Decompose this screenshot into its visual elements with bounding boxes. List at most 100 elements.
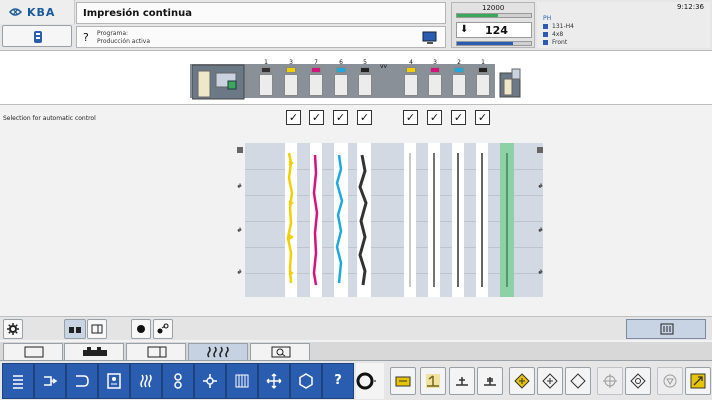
ctl-lateral[interactable] — [449, 367, 475, 395]
speed-bar — [456, 13, 532, 18]
bottom-navigation: ? — [0, 360, 712, 400]
cylinder — [259, 74, 273, 96]
scale-top-right — [537, 147, 543, 153]
printing-unit[interactable]: 2 — [450, 59, 468, 96]
nav-zones[interactable] — [226, 363, 258, 399]
ctl-reset[interactable] — [565, 367, 591, 395]
nav-ink-flow[interactable] — [194, 363, 226, 399]
mode-selector[interactable] — [356, 363, 384, 399]
selection-label: Selection for automatic control — [3, 115, 96, 122]
speed-value: 12000 — [482, 4, 505, 12]
ctl-auto[interactable] — [685, 367, 711, 395]
view-single-button[interactable] — [87, 319, 107, 339]
scatter-icon — [157, 323, 169, 334]
ctl-diagonal[interactable] — [537, 367, 563, 395]
ink-fountain — [478, 67, 488, 73]
grouped-units-icon — [69, 327, 81, 333]
ink-fountain — [261, 67, 271, 73]
diamond-outline-icon — [570, 373, 586, 389]
view-grouped-button[interactable] — [64, 319, 86, 339]
ctl-adjust-left[interactable] — [420, 367, 446, 395]
tool-row — [0, 316, 712, 340]
monitor-icon[interactable] — [422, 31, 438, 45]
settings-button[interactable] — [3, 319, 23, 339]
auto-control-checkbox[interactable]: ✓ — [309, 110, 324, 125]
nav-infeed[interactable] — [66, 363, 98, 399]
auto-control-checkbox[interactable]: ✓ — [475, 110, 490, 125]
hexagon-icon — [299, 373, 313, 389]
nav-register[interactable] — [258, 363, 290, 399]
ink-fountain — [430, 67, 440, 73]
ctl-register-panel[interactable] — [390, 367, 416, 395]
heat-icon — [140, 374, 152, 388]
printing-unit[interactable]: 6 — [332, 59, 350, 96]
ctl-disabled-target[interactable] — [597, 367, 623, 395]
ctl-zero[interactable] — [625, 367, 651, 395]
apply-button[interactable] — [626, 319, 706, 339]
info-header: PH — [543, 15, 552, 22]
diamond-icon — [542, 373, 558, 389]
nav-help[interactable]: ? — [322, 363, 354, 399]
nav-rollers[interactable] — [162, 363, 194, 399]
flow-icon — [203, 374, 217, 388]
help-icon[interactable]: ? — [83, 31, 89, 44]
record-button[interactable] — [131, 319, 151, 339]
delivery-icon[interactable] — [498, 67, 524, 99]
clock: 9:12:36 — [677, 3, 704, 11]
auto-control-checkbox[interactable]: ✓ — [403, 110, 418, 125]
ctl-disabled-down[interactable] — [657, 367, 683, 395]
single-unit-icon — [91, 324, 103, 334]
ctl-circumferential[interactable] — [477, 367, 503, 395]
tab-register[interactable] — [188, 343, 248, 360]
nav-feeder[interactable] — [34, 363, 66, 399]
cylinder — [404, 74, 418, 96]
printing-unit[interactable]: 1 — [474, 59, 492, 96]
header-bar: KBA Impresión continua ? Programa: Produ… — [0, 0, 712, 50]
brand-name: KBA — [27, 6, 56, 19]
auto-control-checkbox[interactable]: ✓ — [427, 110, 442, 125]
nav-list[interactable] — [2, 363, 34, 399]
web-turn-marker: vv — [380, 63, 388, 70]
setpoint-field[interactable]: ⬇ 124 — [456, 22, 532, 38]
ctl-diagonal-yellow[interactable] — [509, 367, 535, 395]
feeder-icon[interactable] — [192, 61, 248, 101]
ink-fountain — [360, 67, 370, 73]
status-box: ? Programa: Producción activa — [76, 26, 446, 48]
tab-press[interactable] — [64, 343, 124, 360]
cylinder — [452, 74, 466, 96]
auto-control-checkbox[interactable]: ✓ — [286, 110, 301, 125]
left-scale-mark: # — [237, 183, 243, 190]
auto-control-checkbox[interactable]: ✓ — [333, 110, 348, 125]
tab-inspect[interactable] — [250, 343, 310, 360]
nav-printing-unit[interactable] — [98, 363, 130, 399]
tab-sheet[interactable] — [3, 343, 63, 360]
printing-unit[interactable]: 1 — [257, 59, 275, 96]
nav-cylinder[interactable] — [290, 363, 322, 399]
left-scale-mark: # — [237, 227, 243, 234]
auto-control-checkbox[interactable]: ✓ — [451, 110, 466, 125]
tab-page[interactable] — [126, 343, 186, 360]
mode-dial-icon — [356, 372, 378, 390]
feeder-nav-icon — [44, 376, 58, 386]
machine-select-button[interactable] — [2, 25, 72, 47]
ink-fountain — [311, 67, 321, 73]
info-swatch — [543, 40, 548, 45]
ink-fountain — [336, 67, 346, 73]
cylinder — [284, 74, 298, 96]
auto-control-checkbox[interactable]: ✓ — [357, 110, 372, 125]
scatter-button[interactable] — [153, 319, 173, 339]
lateral-icon — [456, 377, 468, 386]
printing-unit[interactable]: 4 — [402, 59, 420, 96]
move-icon — [266, 373, 282, 389]
nav-dryer[interactable] — [130, 363, 162, 399]
press-schematic: 1 3 7 6 5 vv 4 3 2 1 — [0, 50, 712, 105]
printing-unit[interactable]: 7 — [307, 59, 325, 96]
cylinder — [334, 74, 348, 96]
printing-unit[interactable]: 5 — [356, 59, 374, 96]
screen-title: Impresión continua — [76, 2, 446, 24]
printing-unit[interactable]: 3 — [282, 59, 300, 96]
cylinder — [428, 74, 442, 96]
sheet-icon — [24, 346, 44, 358]
printing-unit-icon — [107, 373, 121, 389]
printing-unit[interactable]: 3 — [426, 59, 444, 96]
